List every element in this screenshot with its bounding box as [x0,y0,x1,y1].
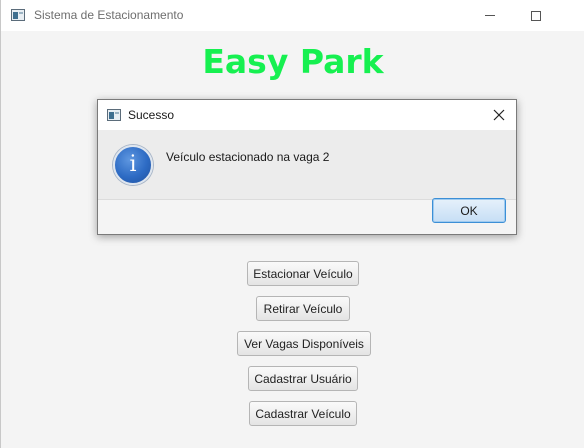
dialog-message: Veículo estacionado na vaga 2 [166,150,330,164]
minimize-icon [485,15,495,16]
maximize-button[interactable] [513,0,559,31]
view-available-spots-button[interactable]: Ver Vagas Disponíveis [237,331,371,356]
register-vehicle-button[interactable]: Cadastrar Veículo [249,401,357,426]
success-dialog: Sucesso i Veículo estacionado na vaga 2 … [97,99,517,235]
dialog-message-area [98,130,516,200]
app-icon [11,9,25,21]
window-title: Sistema de Estacionamento [34,8,184,22]
dialog-close-button[interactable] [482,100,516,130]
maximize-icon [531,10,541,21]
window-titlebar: Sistema de Estacionamento [1,0,584,31]
dialog-app-icon [107,109,121,121]
remove-vehicle-button[interactable]: Retirar Veículo [256,296,350,321]
minimize-button[interactable] [467,0,513,31]
close-icon [493,109,505,121]
app-heading: Easy Park [202,42,384,81]
dialog-title: Sucesso [128,108,175,122]
ok-button[interactable]: OK [432,198,506,223]
park-vehicle-button[interactable]: Estacionar Veículo [247,261,359,286]
dialog-titlebar: Sucesso [98,100,516,130]
info-icon: i [113,145,153,185]
register-user-button[interactable]: Cadastrar Usuário [248,366,358,391]
